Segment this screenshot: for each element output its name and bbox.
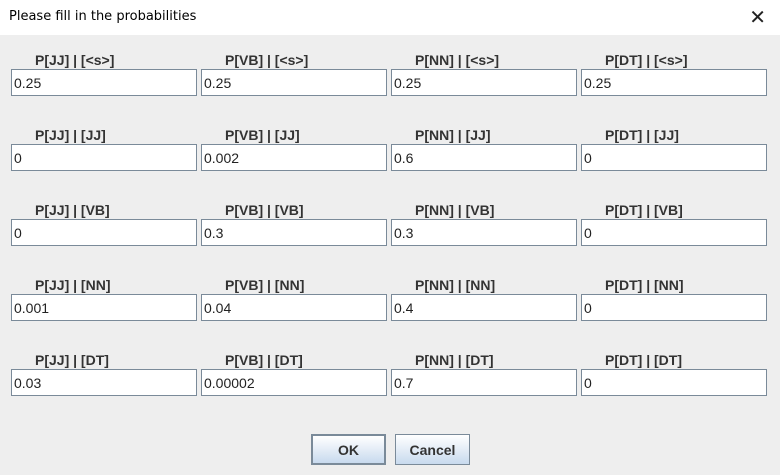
probability-input[interactable]: 0.7 [391, 369, 577, 396]
probability-input[interactable]: 0.25 [201, 69, 387, 96]
probability-input[interactable]: 0 [11, 144, 197, 171]
probability-input[interactable]: 0.3 [391, 219, 577, 246]
probability-label: P[JJ] | [JJ] [35, 127, 106, 143]
probability-input[interactable]: 0.3 [201, 219, 387, 246]
probability-cell: P[NN] | [NN] 0.4 [391, 277, 577, 322]
probability-value: 0.25 [204, 75, 232, 91]
probability-input[interactable]: 0.03 [11, 369, 197, 396]
probability-value: 0.3 [204, 225, 224, 241]
probability-input[interactable]: 0 [581, 294, 767, 321]
probability-input[interactable]: 0.6 [391, 144, 577, 171]
cancel-button[interactable]: Cancel [395, 434, 470, 465]
probability-label: P[DT] | [DT] [605, 352, 683, 368]
probability-value: 0 [584, 300, 592, 316]
probability-input[interactable]: 0 [11, 219, 197, 246]
probability-label: P[NN] | [JJ] [415, 127, 491, 143]
probability-label: P[JJ] | [NN] [35, 277, 111, 293]
probability-input[interactable]: 0.25 [391, 69, 577, 96]
probability-cell: P[DT] | [NN] 0 [581, 277, 767, 322]
probability-input[interactable]: 0.04 [201, 294, 387, 321]
probability-input[interactable]: 0.25 [11, 69, 197, 96]
probability-label: P[NN] | [<s>] [415, 52, 500, 68]
probability-cell: P[NN] | [DT] 0.7 [391, 352, 577, 397]
probability-cell: P[NN] | [JJ] 0.6 [391, 127, 577, 172]
probability-value: 0.25 [394, 75, 422, 91]
probability-label: P[DT] | [NN] [605, 277, 684, 293]
probability-input[interactable]: 0 [581, 144, 767, 171]
probability-label: P[VB] | [<s>] [225, 52, 309, 68]
probability-cell: P[JJ] | [JJ] 0 [11, 127, 197, 172]
probability-label: P[VB] | [VB] [225, 202, 304, 218]
probability-value: 0.4 [394, 300, 414, 316]
probability-label: P[VB] | [DT] [225, 352, 303, 368]
probability-value: 0.03 [14, 375, 42, 391]
probability-label: P[NN] | [VB] [415, 202, 495, 218]
window-title: Please fill in the probabilities [9, 9, 197, 24]
probability-value: 0.00002 [204, 375, 255, 391]
probability-value: 0 [14, 150, 22, 166]
probability-value: 0.6 [394, 150, 414, 166]
probability-value: 0.04 [204, 300, 232, 316]
close-icon[interactable]: ✕ [749, 5, 766, 29]
probability-value: 0.25 [584, 75, 612, 91]
probability-input[interactable]: 0.4 [391, 294, 577, 321]
probability-cell: P[JJ] | [<s>] 0.25 [11, 52, 197, 97]
probability-value: 0 [14, 225, 22, 241]
probability-input[interactable]: 0.25 [581, 69, 767, 96]
probability-value: 0 [584, 375, 592, 391]
probability-cell: P[DT] | [DT] 0 [581, 352, 767, 397]
probability-cell: P[JJ] | [DT] 0.03 [11, 352, 197, 397]
probability-label: P[DT] | [JJ] [605, 127, 679, 143]
probability-label: P[NN] | [NN] [415, 277, 496, 293]
probability-cell: P[VB] | [NN] 0.04 [201, 277, 387, 322]
probability-cell: P[JJ] | [NN] 0.001 [11, 277, 197, 322]
probability-value: 0.7 [394, 375, 414, 391]
probability-cell: P[NN] | [VB] 0.3 [391, 202, 577, 247]
probability-input[interactable]: 0.002 [201, 144, 387, 171]
probability-label: P[JJ] | [<s>] [35, 52, 115, 68]
probability-cell: P[VB] | [VB] 0.3 [201, 202, 387, 247]
probability-input[interactable]: 0 [581, 369, 767, 396]
probability-value: 0 [584, 150, 592, 166]
probability-label: P[VB] | [NN] [225, 277, 305, 293]
probability-cell: P[VB] | [<s>] 0.25 [201, 52, 387, 97]
probability-label: P[DT] | [<s>] [605, 52, 688, 68]
probability-cell: P[JJ] | [VB] 0 [11, 202, 197, 247]
probability-value: 0 [584, 225, 592, 241]
probability-input[interactable]: 0.00002 [201, 369, 387, 396]
probability-label: P[VB] | [JJ] [225, 127, 300, 143]
probability-label: P[JJ] | [VB] [35, 202, 110, 218]
probability-cell: P[DT] | [JJ] 0 [581, 127, 767, 172]
probability-label: P[NN] | [DT] [415, 352, 494, 368]
probability-value: 0.25 [14, 75, 42, 91]
probability-value: 0.001 [14, 300, 50, 316]
title-bar: Please fill in the probabilities ✕ [0, 0, 780, 35]
probability-label: P[DT] | [VB] [605, 202, 683, 218]
probability-value: 0.002 [204, 150, 240, 166]
probability-cell: P[VB] | [JJ] 0.002 [201, 127, 387, 172]
probability-cell: P[DT] | [<s>] 0.25 [581, 52, 767, 97]
probability-value: 0.3 [394, 225, 414, 241]
probability-input[interactable]: 0.001 [11, 294, 197, 321]
ok-button[interactable]: OK [311, 434, 386, 465]
probability-input[interactable]: 0 [581, 219, 767, 246]
probability-cell: P[DT] | [VB] 0 [581, 202, 767, 247]
probability-label: P[JJ] | [DT] [35, 352, 109, 368]
probability-cell: P[VB] | [DT] 0.00002 [201, 352, 387, 397]
probability-cell: P[NN] | [<s>] 0.25 [391, 52, 577, 97]
